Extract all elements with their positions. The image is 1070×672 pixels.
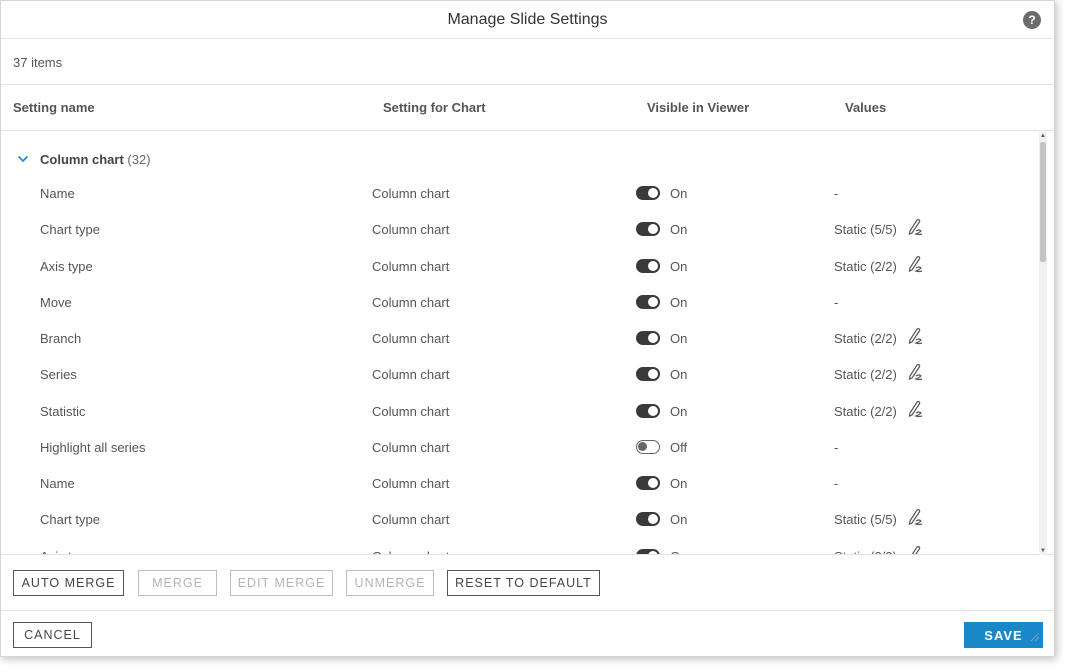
resize-grip-icon[interactable]: [1030, 632, 1040, 642]
visible-toggle[interactable]: [636, 331, 660, 345]
visible-toggle[interactable]: [636, 476, 660, 490]
visible-state: On: [670, 259, 688, 274]
settings-list: Column chart (32) Name Column chart On - Cha…: [1, 132, 1054, 555]
setting-for-chart: Column chart: [372, 331, 450, 346]
setting-name: Axis type: [40, 549, 93, 554]
title-bar: Manage Slide Settings ?: [1, 1, 1054, 39]
setting-name: Branch: [40, 331, 82, 346]
setting-value: Static (5/5): [834, 512, 897, 527]
setting-value: Static (5/5): [834, 222, 897, 237]
reset-to-default-button[interactable]: RESET TO DEFAULT: [447, 570, 600, 596]
edit-merge-button[interactable]: EDIT MERGE: [230, 570, 333, 596]
setting-value: Static (2/2): [834, 367, 897, 382]
column-header-values[interactable]: Values: [845, 100, 886, 115]
column-header-visible-in-viewer[interactable]: Visible in Viewer: [647, 100, 749, 115]
visible-toggle[interactable]: [636, 222, 660, 236]
scroll-thumb[interactable]: [1040, 142, 1046, 262]
setting-for-chart: Column chart: [372, 186, 450, 201]
setting-name: Series: [40, 367, 77, 382]
setting-name: Axis type: [40, 259, 93, 274]
setting-name: Chart type: [40, 512, 100, 527]
setting-value: Static (2/2): [834, 549, 897, 554]
setting-value: -: [834, 295, 839, 310]
table-row[interactable]: Axis type Column chart On Static (2/2): [1, 250, 1031, 286]
visible-state: On: [670, 367, 688, 382]
setting-for-chart: Column chart: [372, 549, 449, 554]
setting-name: Name: [40, 476, 75, 491]
edit-values-icon[interactable]: [907, 255, 923, 273]
table-row[interactable]: Chart type Column chart On Static (5/5): [1, 213, 1031, 249]
table-row[interactable]: Name Column chart On -: [1, 177, 1031, 213]
cancel-button[interactable]: CANCEL: [13, 622, 92, 648]
vertical-scrollbar[interactable]: ▲ ▼: [1039, 132, 1047, 555]
setting-value: Static (2/2): [834, 404, 897, 419]
column-header-setting-for-chart[interactable]: Setting for Chart: [383, 100, 486, 115]
setting-name: Name: [40, 186, 75, 201]
visible-state: On: [670, 476, 688, 491]
visible-state: Off: [670, 440, 688, 455]
edit-values-icon[interactable]: [907, 363, 923, 381]
setting-value: -: [834, 440, 839, 455]
table-row[interactable]: Chart type Column chart On Static (5/5): [1, 503, 1031, 539]
table-row[interactable]: Branch Column chart On Static (2/2): [1, 322, 1031, 358]
table-row[interactable]: Axis type Column chart On Static (2/2): [1, 540, 1031, 554]
visible-toggle[interactable]: [636, 295, 660, 309]
setting-name: Move: [40, 295, 72, 310]
setting-for-chart: Column chart: [372, 476, 450, 491]
edit-values-icon[interactable]: [907, 327, 923, 345]
visible-toggle[interactable]: [636, 367, 660, 381]
setting-value: Static (2/2): [834, 259, 897, 274]
visible-state: On: [670, 186, 688, 201]
edit-values-icon[interactable]: [907, 218, 923, 236]
merge-button[interactable]: MERGE: [138, 570, 217, 596]
visible-state: On: [670, 404, 688, 419]
visible-state: On: [670, 512, 688, 527]
chevron-down-icon[interactable]: [17, 153, 29, 165]
setting-for-chart: Column chart: [372, 222, 450, 237]
table-header: Setting name Setting for Chart Visible i…: [1, 86, 1054, 131]
setting-for-chart: Column chart: [372, 259, 450, 274]
setting-value: Static (2/2): [834, 331, 897, 346]
table-row[interactable]: Series Column chart On Static (2/2): [1, 358, 1031, 394]
scroll-up-arrow-icon[interactable]: ▲: [1039, 132, 1047, 140]
group-label: Column chart (32): [40, 152, 151, 167]
setting-for-chart: Column chart: [372, 367, 450, 382]
edit-values-icon[interactable]: [907, 508, 923, 526]
setting-for-chart: Column chart: [372, 440, 450, 455]
scroll-down-arrow-icon[interactable]: ▼: [1039, 547, 1047, 555]
auto-merge-button[interactable]: AUTO MERGE: [13, 570, 124, 596]
visible-toggle[interactable]: [636, 512, 660, 526]
setting-for-chart: Column chart: [372, 404, 450, 419]
manage-slide-settings-dialog: Manage Slide Settings ? 37 items Setting…: [0, 0, 1055, 657]
visible-toggle[interactable]: [636, 404, 660, 418]
setting-for-chart: Column chart: [372, 512, 450, 527]
visible-toggle[interactable]: [636, 440, 660, 454]
setting-name: Chart type: [40, 222, 100, 237]
footer-divider: [1, 610, 1054, 611]
item-count-bar: 37 items: [1, 40, 1054, 85]
help-icon[interactable]: ?: [1023, 11, 1041, 29]
setting-value: -: [834, 186, 839, 201]
visible-state: On: [670, 222, 688, 237]
setting-name: Highlight all series: [40, 440, 146, 455]
visible-toggle[interactable]: [636, 259, 660, 273]
setting-value: -: [834, 476, 839, 491]
table-row[interactable]: Highlight all series Column chart Off -: [1, 431, 1031, 467]
visible-state: On: [670, 549, 687, 554]
table-row[interactable]: Name Column chart On -: [1, 467, 1031, 503]
setting-name: Statistic: [40, 404, 86, 419]
visible-state: On: [670, 331, 688, 346]
setting-for-chart: Column chart: [372, 295, 450, 310]
table-row[interactable]: Move Column chart On -: [1, 286, 1031, 322]
edit-values-icon[interactable]: [907, 545, 923, 554]
item-count: 37 items: [13, 54, 63, 70]
unmerge-button[interactable]: UNMERGE: [346, 570, 434, 596]
edit-values-icon[interactable]: [907, 400, 923, 418]
column-header-setting-name[interactable]: Setting name: [13, 100, 95, 115]
visible-toggle[interactable]: [636, 549, 660, 554]
visible-state: On: [670, 295, 688, 310]
table-row[interactable]: Statistic Column chart On Static (2/2): [1, 395, 1031, 431]
dialog-title: Manage Slide Settings: [447, 10, 608, 28]
visible-toggle[interactable]: [636, 186, 660, 200]
